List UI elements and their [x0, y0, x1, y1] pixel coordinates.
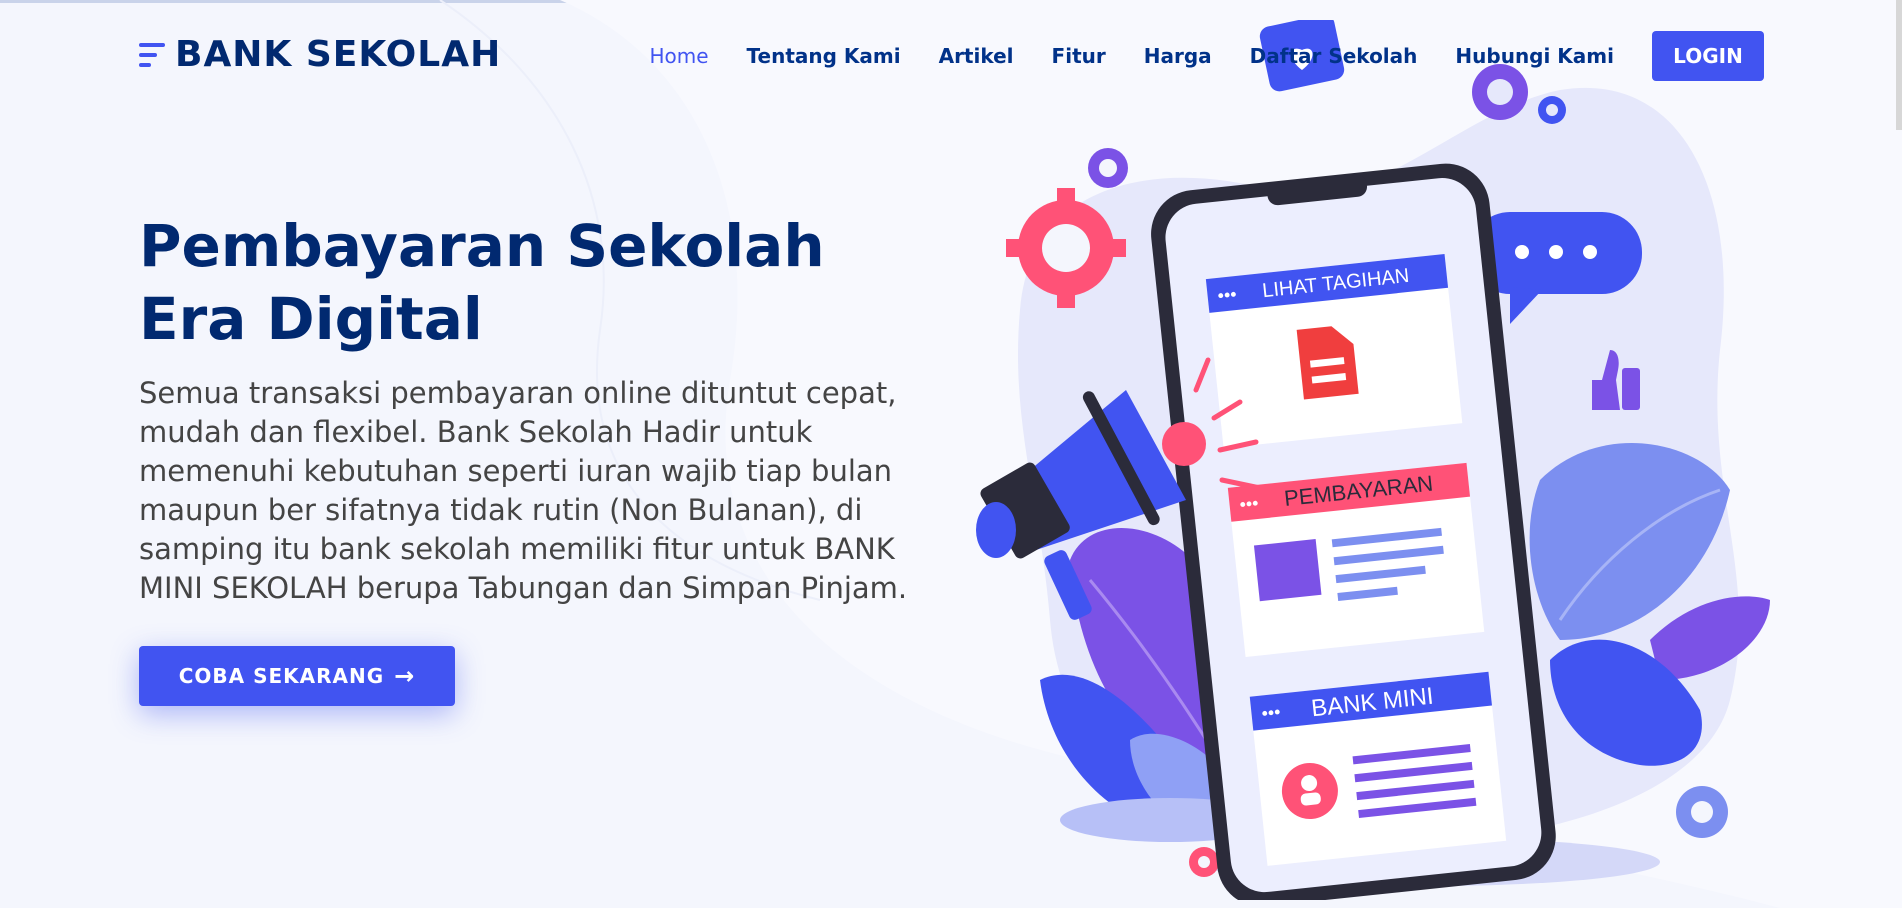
- logo-icon: [139, 38, 165, 72]
- nav-tentang-kami[interactable]: Tentang Kami: [747, 44, 901, 68]
- svg-text:•••: •••: [1217, 284, 1238, 306]
- try-now-label: COBA SEKARANG: [178, 664, 385, 688]
- gear-icon-bottom-pink: [1189, 847, 1219, 877]
- brand-logo[interactable]: BANK SEKOLAH: [139, 34, 501, 75]
- nav-fitur[interactable]: Fitur: [1052, 44, 1106, 68]
- hero-title: Pembayaran Sekolah Era Digital: [139, 212, 825, 353]
- gear-icon-small-purple: [1088, 148, 1128, 188]
- arrow-right-icon: →: [394, 662, 416, 690]
- try-now-button[interactable]: COBA SEKARANG →: [139, 646, 455, 706]
- gear-icon-bottom-right: [1676, 786, 1728, 838]
- site-header: BANK SEKOLAH Home Tentang Kami Artikel F…: [0, 0, 1902, 110]
- main-nav: Home Tentang Kami Artikel Fitur Harga Da…: [611, 31, 1764, 81]
- nav-daftar-sekolah[interactable]: Daftar Sekolah: [1250, 44, 1418, 68]
- svg-text:•••: •••: [1239, 493, 1260, 515]
- login-button[interactable]: LOGIN: [1652, 31, 1764, 81]
- hero-illustration: ••• LIHAT TAGIHAN ••• PEMBAYARAN ••• BAN…: [976, 20, 1770, 900]
- nav-hubungi-kami[interactable]: Hubungi Kami: [1455, 44, 1614, 68]
- nav-artikel[interactable]: Artikel: [939, 44, 1014, 68]
- nav-harga[interactable]: Harga: [1144, 44, 1212, 68]
- brand-name: BANK SEKOLAH: [175, 34, 502, 75]
- nav-home[interactable]: Home: [649, 44, 708, 68]
- hero-description: Semua transaksi pembayaran online ditunt…: [139, 376, 908, 605]
- svg-text:•••: •••: [1261, 702, 1282, 724]
